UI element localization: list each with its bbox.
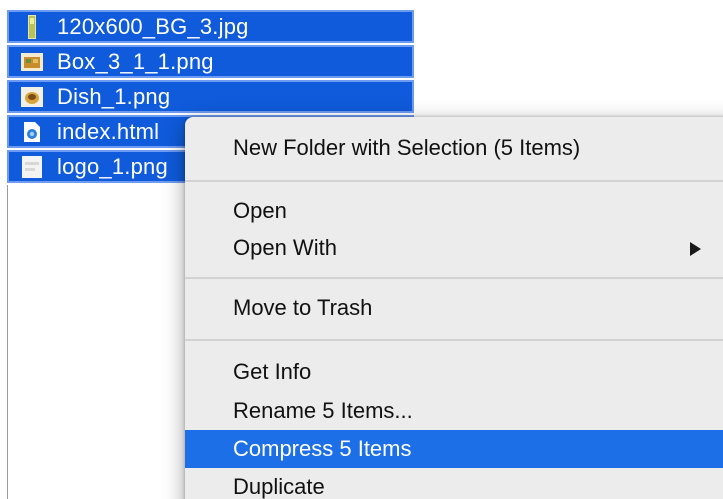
- menu-item-open-with[interactable]: Open With: [185, 229, 723, 267]
- menu-item-new-folder-with-selection[interactable]: New Folder with Selection (5 Items): [185, 129, 723, 167]
- finder-window: 120x600_BG_3.jpg Box_3_1_1.png Dish_1.pn…: [0, 0, 723, 499]
- file-name: index.html: [57, 118, 160, 144]
- jpg-banner-thumbnail-icon: [21, 14, 43, 39]
- file-name: Dish_1.png: [57, 83, 171, 109]
- column-divider: [7, 185, 8, 499]
- png-dish-thumbnail-icon: [21, 86, 43, 108]
- html-document-icon: [21, 121, 43, 143]
- menu-item-get-info[interactable]: Get Info: [185, 353, 723, 391]
- file-name: Box_3_1_1.png: [57, 48, 214, 74]
- menu-separator: [185, 180, 723, 182]
- menu-separator: [185, 277, 723, 279]
- menu-item-move-to-trash[interactable]: Move to Trash: [185, 289, 723, 327]
- file-name: 120x600_BG_3.jpg: [57, 13, 249, 39]
- menu-item-duplicate[interactable]: Duplicate: [185, 468, 723, 499]
- menu-item-rename[interactable]: Rename 5 Items...: [185, 392, 723, 430]
- menu-item-open[interactable]: Open: [185, 192, 723, 230]
- png-logo-thumbnail-icon: [21, 155, 43, 178]
- file-row-dish-png[interactable]: Dish_1.png: [7, 80, 414, 113]
- context-menu: New Folder with Selection (5 Items) Open…: [185, 117, 723, 499]
- file-row-box-png[interactable]: Box_3_1_1.png: [7, 45, 414, 78]
- file-row-jpg[interactable]: 120x600_BG_3.jpg: [7, 10, 414, 43]
- triangle-right-icon: [690, 242, 701, 256]
- menu-item-compress[interactable]: Compress 5 Items: [185, 430, 723, 468]
- file-name: logo_1.png: [57, 153, 168, 179]
- menu-separator: [185, 339, 723, 341]
- menu-item-open-with-label: Open With: [233, 235, 337, 260]
- png-box-thumbnail-icon: [21, 51, 43, 73]
